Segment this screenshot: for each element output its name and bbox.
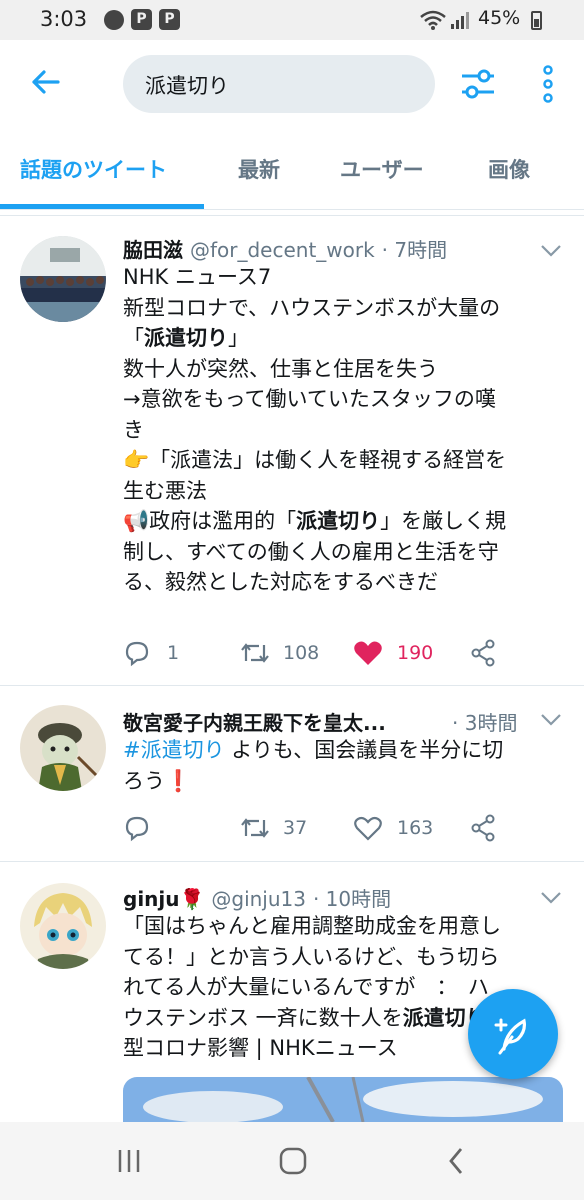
retweet-button[interactable]: 108 bbox=[239, 633, 349, 673]
search-tabs: 話題のツイート 最新 ユーザー 画像 bbox=[0, 130, 584, 210]
chevron-down-icon[interactable] bbox=[540, 891, 562, 905]
tweet-author: 敬宮愛子内親王殿下を皇太... bbox=[123, 707, 386, 736]
like-button[interactable]: 163 bbox=[353, 808, 463, 848]
status-bar: 3:03 P P 45% bbox=[0, 0, 584, 40]
tweet-time: · 3時間 bbox=[452, 711, 518, 735]
battery-icon bbox=[531, 11, 542, 30]
compose-tweet-button[interactable] bbox=[468, 989, 558, 1079]
tweet[interactable]: 敬宮愛子内親王殿下を皇太... · 3時間 #派遣切り よりも、国会議員を半分に… bbox=[0, 687, 584, 862]
reply-button[interactable] bbox=[123, 808, 203, 848]
tweet[interactable]: 脇田滋 @for_decent_work · 7時間 NHK ニュース7 新型コ… bbox=[0, 216, 584, 686]
back-nav-icon[interactable] bbox=[446, 1146, 466, 1176]
search-filter-icon[interactable] bbox=[458, 64, 498, 104]
retweet-icon bbox=[241, 643, 269, 663]
tweet-author: 脇田滋 @for_decent_work · 7時間 bbox=[123, 234, 447, 263]
back-arrow-icon[interactable] bbox=[28, 64, 64, 100]
battery-percent: 45% bbox=[478, 7, 521, 29]
author-name: 脇田滋 bbox=[123, 238, 183, 262]
search-input[interactable]: 派遣切り bbox=[123, 55, 435, 113]
share-button[interactable] bbox=[469, 808, 509, 848]
system-navigation-bar bbox=[0, 1122, 584, 1200]
signal-icon bbox=[451, 12, 469, 29]
more-options-icon[interactable] bbox=[536, 64, 560, 104]
reply-button[interactable]: 1 bbox=[123, 633, 203, 673]
tweet-time: · 10時間 bbox=[312, 887, 392, 911]
link-preview-image[interactable] bbox=[123, 1077, 563, 1122]
app-notification-icon: P bbox=[131, 9, 152, 30]
compose-feather-icon bbox=[494, 1018, 526, 1055]
recent-apps-icon[interactable] bbox=[116, 1148, 142, 1174]
like-button[interactable]: 190 bbox=[353, 633, 463, 673]
heart-icon bbox=[354, 816, 382, 841]
avatar[interactable] bbox=[20, 883, 106, 969]
author-handle: @for_decent_work bbox=[189, 238, 375, 262]
share-icon bbox=[471, 639, 495, 667]
tab-users[interactable]: ユーザー bbox=[340, 154, 424, 184]
tweet-actions: 1 108 190 bbox=[123, 633, 563, 673]
search-header: 派遣切り bbox=[0, 40, 584, 130]
tweet-text: #派遣切り よりも、国会議員を半分に切 ろう❗ bbox=[123, 738, 504, 793]
hashtag-link[interactable]: #派遣切り bbox=[123, 738, 225, 762]
tweet-time: · 7時間 bbox=[381, 238, 448, 262]
author-handle: @ginju13 bbox=[211, 887, 306, 911]
reply-icon bbox=[125, 816, 149, 842]
share-icon bbox=[471, 814, 495, 842]
author-name: ginju🌹 bbox=[123, 887, 205, 911]
avatar[interactable] bbox=[20, 236, 106, 322]
app-notification-icon-2: P bbox=[159, 9, 180, 30]
tweet-author: ginju🌹 @ginju13 · 10時間 bbox=[123, 883, 391, 912]
home-icon[interactable] bbox=[278, 1146, 308, 1176]
tab-latest[interactable]: 最新 bbox=[238, 154, 280, 184]
avatar[interactable] bbox=[20, 705, 106, 791]
tab-images[interactable]: 画像 bbox=[488, 154, 530, 184]
share-button[interactable] bbox=[469, 633, 509, 673]
search-query: 派遣切り bbox=[145, 74, 229, 98]
retweet-button[interactable]: 37 bbox=[239, 808, 349, 848]
tweet-actions: 37 163 bbox=[123, 808, 563, 848]
chevron-down-icon[interactable] bbox=[540, 244, 562, 258]
reply-icon bbox=[125, 641, 149, 667]
retweet-icon bbox=[241, 818, 269, 838]
chevron-down-icon[interactable] bbox=[540, 713, 562, 727]
wifi-icon bbox=[420, 10, 446, 30]
author-name: 敬宮愛子内親王殿下を皇太... bbox=[123, 711, 386, 735]
tab-top[interactable]: 話題のツイート bbox=[20, 154, 167, 184]
heart-filled-icon bbox=[354, 641, 382, 665]
tweet-text: NHK ニュース7 新型コロナで、ハウステンボスが大量の 「派遣切り」 数十人が… bbox=[123, 265, 507, 594]
status-time: 3:03 bbox=[40, 7, 88, 31]
messenger-icon bbox=[104, 10, 124, 30]
active-tab-indicator bbox=[0, 204, 204, 209]
